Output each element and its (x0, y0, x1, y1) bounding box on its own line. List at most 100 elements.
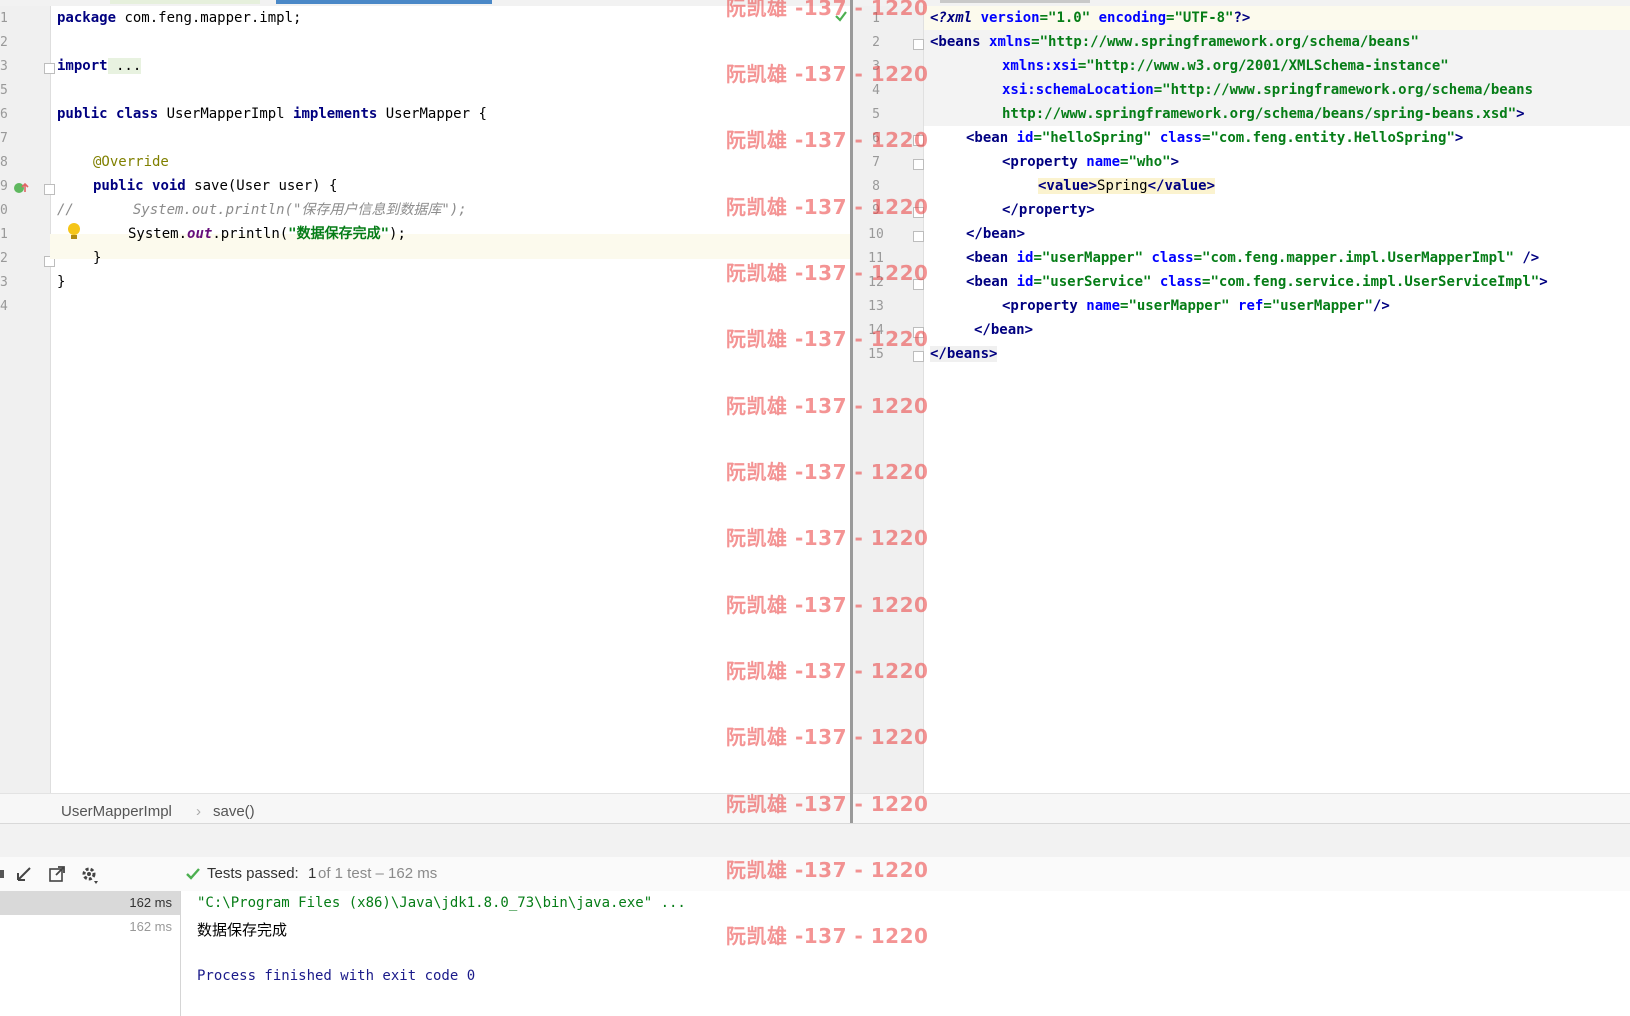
breadcrumb-class[interactable]: UserMapperImpl (61, 803, 172, 820)
editor-tab[interactable] (940, 0, 1090, 3)
console-output[interactable]: "C:\Program Files (x86)\Java\jdk1.8.0_73… (181, 891, 1630, 1016)
test-status-suffix: of 1 test – 162 ms (318, 865, 438, 882)
test-tree[interactable]: 162 ms 162 ms (0, 891, 181, 1016)
fold-toggle-icon[interactable] (913, 159, 924, 170)
xml-value: ="1.0" (1039, 10, 1099, 26)
fold-toggle-icon[interactable] (44, 184, 55, 195)
fold-toggle-icon[interactable] (913, 231, 924, 242)
xml-attr: id (1016, 130, 1034, 146)
xml-value: http://www.springframework.org/schema/be… (1002, 106, 1517, 122)
xml-line: <bean id="userMapper" class="com.feng.ma… (966, 246, 1539, 271)
run-toolbar (0, 823, 1630, 858)
watermark: 阮凯雄 -137 - 1220 (726, 62, 929, 86)
code-line: @Override (93, 150, 169, 175)
console-exit-line: Process finished with exit code 0 (197, 968, 476, 984)
xml-attr: class (1159, 274, 1203, 290)
watermark: 阮凯雄 -137 - 1220 (726, 593, 929, 617)
xml-pi: ?> (1233, 10, 1251, 26)
xml-tag: </value> (1147, 178, 1216, 194)
xml-line: <property name="userMapper" ref="userMap… (1002, 294, 1390, 319)
code-text: ); (389, 226, 406, 242)
watermark: 阮凯雄 -137 - 1220 (726, 792, 929, 816)
xml-attr: id (1016, 250, 1034, 266)
xml-tag: /> (1372, 298, 1390, 314)
editor-footer (853, 793, 1630, 824)
static-field: out (187, 226, 213, 242)
xml-value: ="userMapper" (1263, 298, 1373, 314)
code-line: System.out.println("数据保存完成"); (128, 222, 406, 247)
xml-attr: name (1086, 154, 1121, 170)
xml-tag: > (1170, 154, 1180, 170)
xml-editor[interactable]: 1 2 3 4 5 6 7 8 9 10 11 12 13 14 15 <?xm… (853, 6, 1630, 793)
java-editor[interactable]: 1 2 3 5 6 7 8 9 0 1 2 3 4 package com.fe… (0, 6, 850, 830)
xml-tag: </bean> (974, 322, 1034, 338)
breadcrumb-method[interactable]: save() (213, 803, 255, 820)
implements-method-icon[interactable] (13, 181, 29, 195)
fold-toggle-icon[interactable] (913, 351, 924, 362)
keyword: public (93, 178, 144, 194)
fold-toggle-icon[interactable] (913, 39, 924, 50)
xml-tag: </property> (1002, 202, 1095, 218)
export-icon[interactable] (15, 865, 33, 883)
xml-tag: > (1454, 130, 1464, 146)
watermark: 阮凯雄 -137 - 1220 (726, 261, 929, 285)
watermark: 阮凯雄 -137 - 1220 (726, 0, 929, 20)
code-line: public class UserMapperImpl implements U… (57, 102, 487, 127)
xml-tag: </bean> (966, 226, 1026, 242)
line-number-gutter: 1 2 3 5 6 7 8 9 0 1 2 3 4 (0, 6, 55, 793)
xml-value: ="UTF-8" (1166, 10, 1234, 26)
watermark: 阮凯雄 -137 - 1220 (726, 725, 929, 749)
xml-line: </bean> (966, 222, 1025, 247)
test-tree-row[interactable]: 162 ms (0, 891, 180, 915)
watermark: 阮凯雄 -137 - 1220 (726, 128, 929, 152)
keyword: implements (293, 106, 378, 122)
fold-toggle-icon[interactable] (44, 63, 55, 74)
watermark: 阮凯雄 -137 - 1220 (726, 858, 929, 882)
lightbulb-icon[interactable] (66, 222, 82, 242)
line-number: 7 (872, 155, 880, 170)
xml-tag: <property (1002, 154, 1087, 170)
import-icon[interactable] (48, 865, 66, 883)
code-text: UserMapper { (377, 106, 487, 122)
class-name: UserMapperImpl (158, 106, 294, 122)
code-line: // System.out.println("保存用户信息到数据库"); (57, 198, 467, 223)
xml-tag: <property (1002, 298, 1087, 314)
watermark: 阮凯雄 -137 - 1220 (726, 460, 929, 484)
folded-imports[interactable]: ... (107, 58, 142, 74)
xml-value: ="com.feng.entity.HelloSpring" (1202, 130, 1455, 146)
xml-line: <?xml version="1.0" encoding="UTF-8"?> (930, 6, 1250, 31)
string-literal: "数据保存完成" (288, 226, 390, 242)
line-number: 1 (0, 227, 8, 242)
watermark: 阮凯雄 -137 - 1220 (726, 327, 929, 351)
code-line: import ... (57, 54, 142, 79)
test-status-count: 1 (308, 865, 317, 882)
xml-tag: > (1539, 274, 1548, 290)
xml-line: </bean> (974, 318, 1033, 343)
console-command: "C:\Program Files (x86)\Java\jdk1.8.0_73… (197, 895, 686, 911)
xml-value: ="com.feng.service.impl.UserServiceImpl" (1202, 274, 1540, 290)
xml-value: ="helloSpring" (1033, 130, 1160, 146)
keyword: package (57, 10, 117, 26)
xml-attr: name (1086, 298, 1121, 314)
test-tree-row[interactable]: 162 ms (0, 915, 180, 939)
line-number: 0 (0, 203, 8, 218)
editor-tab[interactable] (110, 0, 260, 4)
xml-value: ="userService" (1033, 274, 1160, 290)
xml-value: ="userMapper" (1120, 298, 1239, 314)
gear-icon[interactable] (80, 865, 100, 885)
code-line: } (57, 270, 65, 295)
line-number: 9 (0, 179, 8, 194)
line-number: 10 (868, 227, 884, 242)
watermark: 阮凯雄 -137 - 1220 (726, 659, 929, 683)
xml-line: <value>Spring</value> (1038, 174, 1216, 199)
editor-tab-active-indicator[interactable] (276, 0, 492, 4)
scroll-up-icon[interactable] (0, 866, 6, 882)
xml-tag: <value> (1038, 178, 1098, 194)
line-number: 8 (0, 155, 8, 170)
brace: } (93, 250, 102, 266)
xml-attr: xsi:schemaLocation (1002, 82, 1154, 98)
xml-attr: xmlns:xsi (1002, 58, 1078, 74)
test-status-prefix: Tests passed: (207, 865, 299, 882)
line-number: 6 (0, 107, 8, 122)
xml-tag: <bean (966, 250, 1017, 266)
